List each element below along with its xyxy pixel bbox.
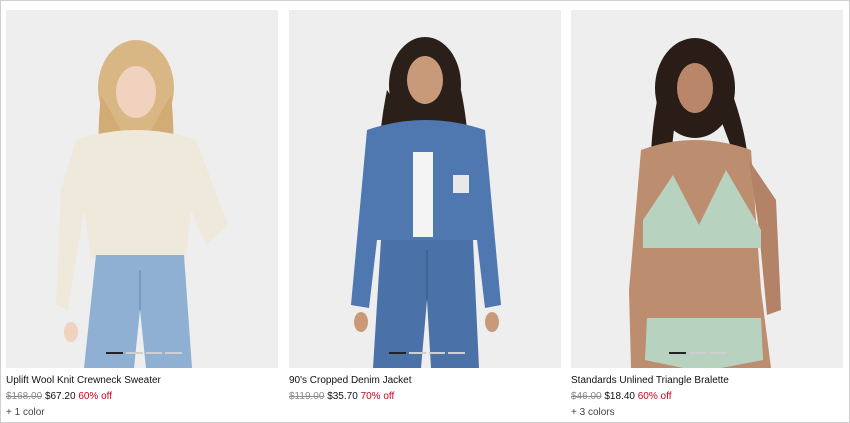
price-row: $119.00 $35.70 70% off: [289, 391, 561, 403]
product-photo-sweater: [6, 10, 278, 368]
sale-price: $18.40: [604, 391, 635, 402]
image-carousel-dots: [669, 352, 727, 354]
image-carousel-dots: [389, 352, 465, 354]
product-image[interactable]: [571, 10, 843, 368]
product-image[interactable]: [289, 10, 561, 368]
color-count[interactable]: + 3 colors: [571, 407, 843, 419]
carousel-dot[interactable]: [408, 352, 426, 354]
original-price: $119.00: [289, 391, 325, 402]
carousel-dot[interactable]: [165, 352, 182, 354]
carousel-dot[interactable]: [448, 352, 465, 354]
product-photo-denim-jacket: [289, 10, 561, 368]
carousel-dot[interactable]: [125, 352, 143, 354]
carousel-dot[interactable]: [106, 352, 123, 354]
price-row: $168.00 $67.20 60% off: [6, 391, 278, 403]
product-photo-bralette: [571, 10, 843, 368]
price-row: $46.00 $18.40 60% off: [571, 391, 843, 403]
product-image[interactable]: [6, 10, 278, 368]
discount-label: 70% off: [360, 391, 395, 402]
product-card[interactable]: Standards Unlined Triangle Bralette $46.…: [571, 10, 843, 420]
sale-price: $35.70: [327, 391, 358, 402]
sale-price: $67.20: [44, 391, 76, 402]
discount-label: 60% off: [78, 391, 113, 402]
carousel-dot[interactable]: [389, 352, 406, 354]
color-count[interactable]: + 1 color: [6, 407, 278, 419]
product-card[interactable]: Uplift Wool Knit Crewneck Sweater $168.0…: [6, 10, 278, 420]
product-name[interactable]: Uplift Wool Knit Crewneck Sweater: [6, 375, 278, 387]
carousel-dot[interactable]: [669, 352, 687, 354]
carousel-dot[interactable]: [689, 352, 707, 354]
product-grid: Uplift Wool Knit Crewneck Sweater $168.0…: [6, 10, 844, 420]
carousel-dot[interactable]: [428, 352, 446, 354]
original-price: $168.00: [6, 391, 43, 402]
carousel-dot[interactable]: [709, 352, 727, 354]
discount-label: 60% off: [637, 391, 672, 402]
product-name[interactable]: Standards Unlined Triangle Bralette: [571, 375, 843, 387]
image-carousel-dots: [106, 352, 182, 354]
carousel-dot[interactable]: [145, 352, 163, 354]
original-price: $46.00: [571, 391, 602, 402]
product-name[interactable]: 90's Cropped Denim Jacket: [289, 375, 561, 387]
product-card[interactable]: 90's Cropped Denim Jacket $119.00 $35.70…: [289, 10, 561, 420]
